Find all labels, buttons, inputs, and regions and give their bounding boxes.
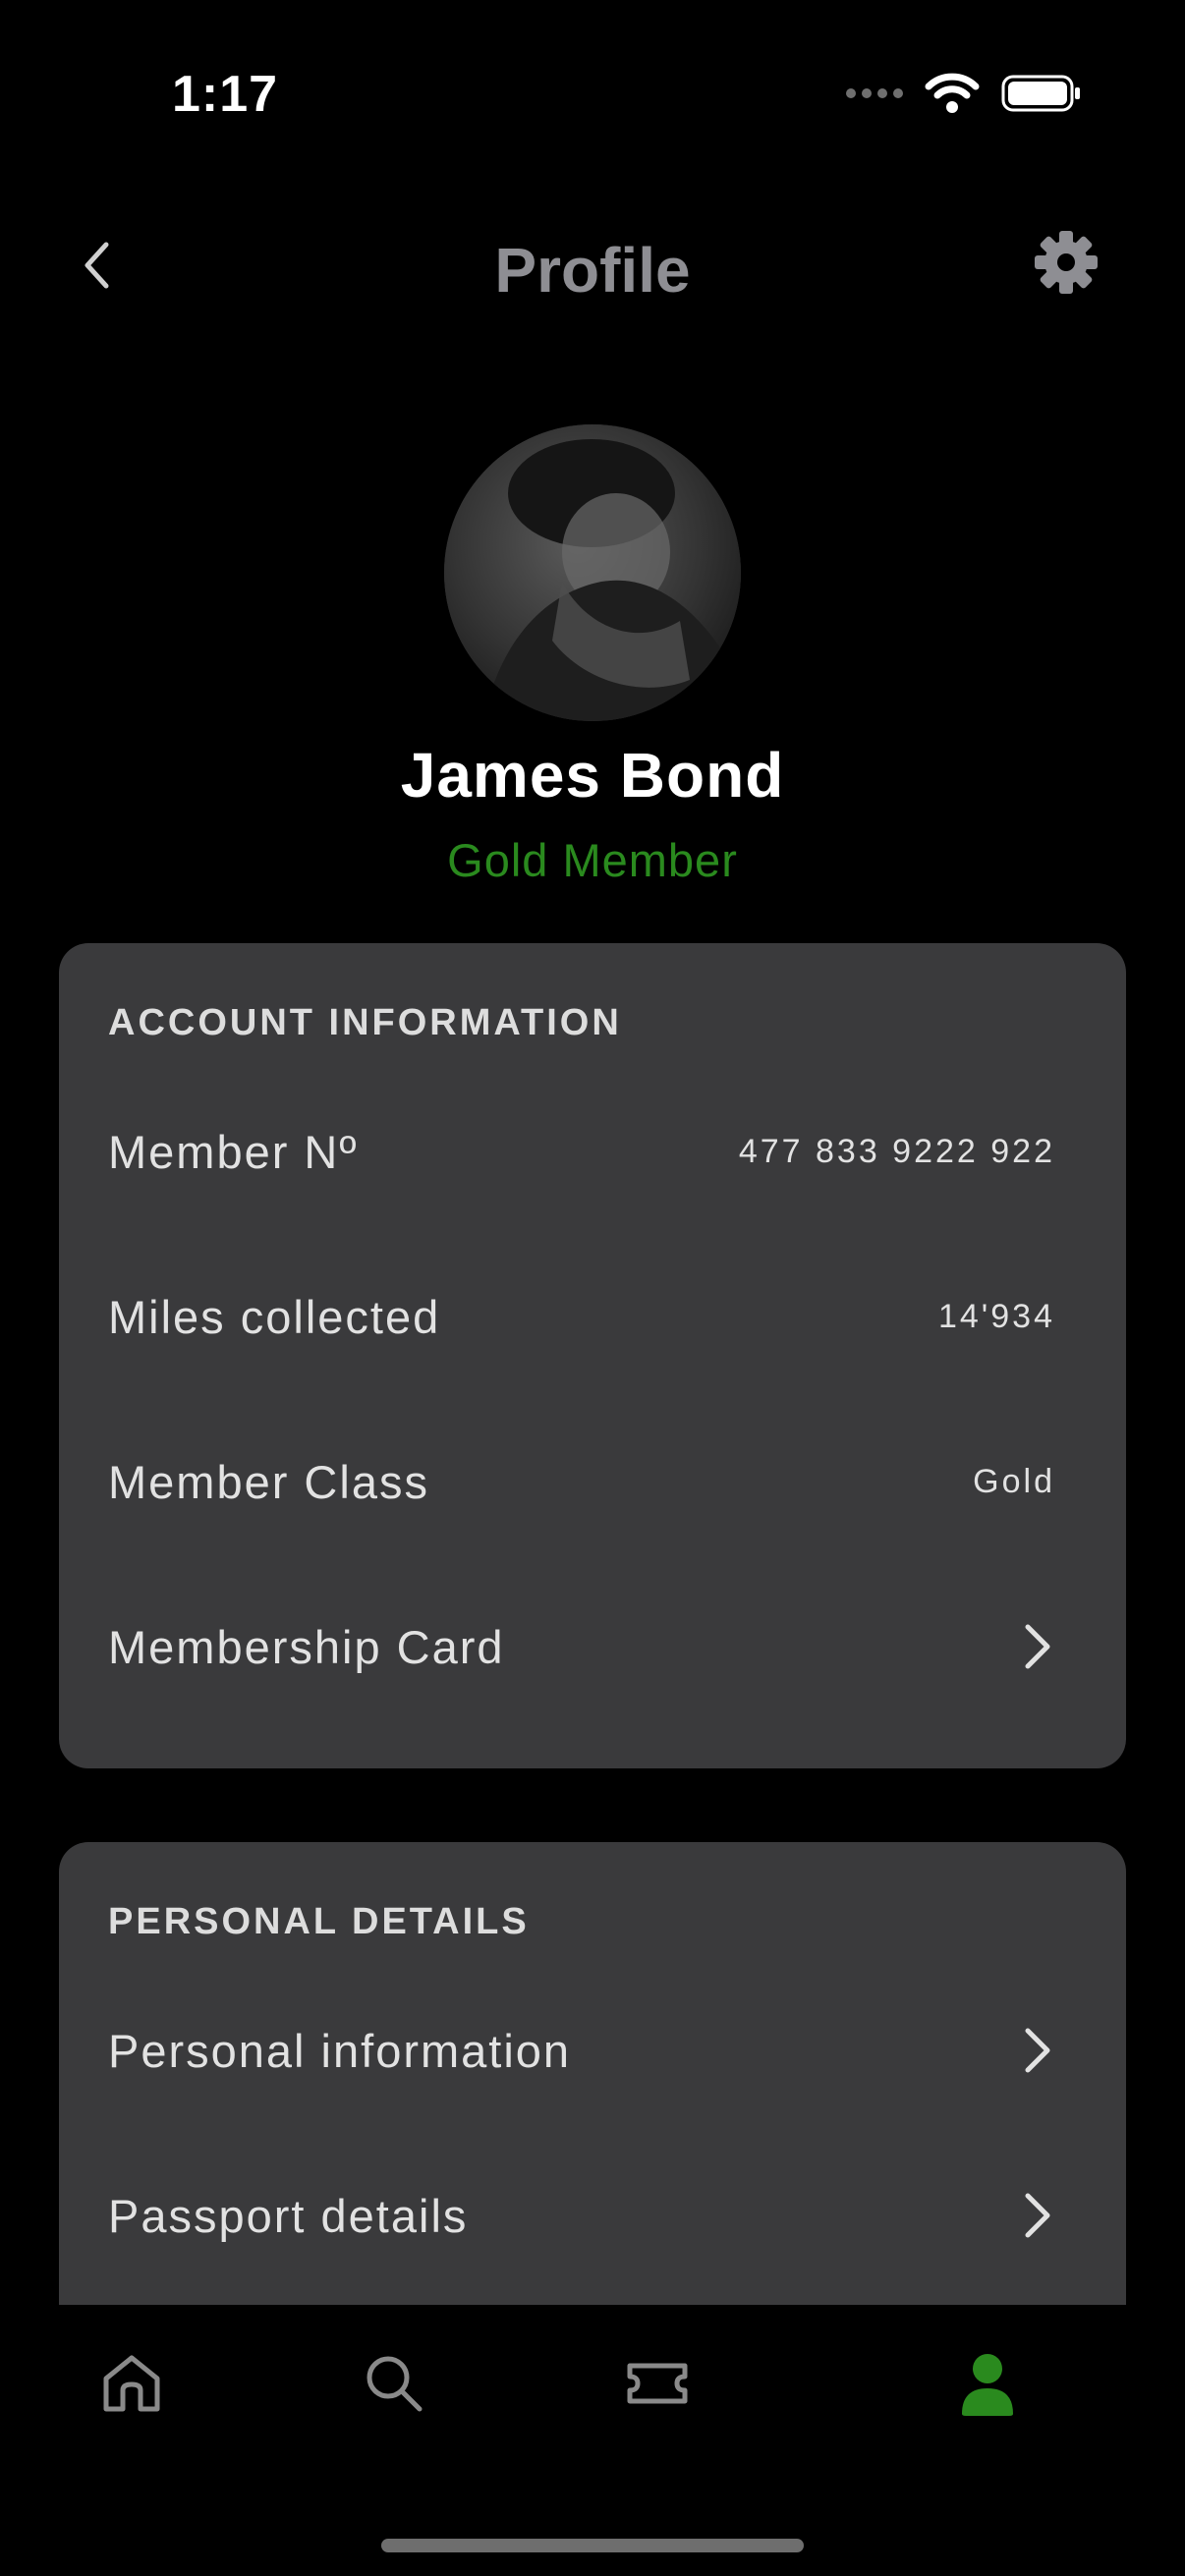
chevron-right-icon [1025, 2028, 1050, 2073]
account-information-card: ACCOUNT INFORMATION Member Nº 477 833 92… [59, 943, 1126, 1768]
status-time: 1:17 [172, 66, 279, 123]
home-indicator [381, 2539, 804, 2552]
status-bar: 1:17 [0, 0, 1185, 187]
passport-details-row[interactable]: Passport details [108, 2166, 1055, 2265]
profile-icon [962, 2354, 1013, 2416]
personal-information-row[interactable]: Personal information [108, 2001, 1055, 2100]
wifi-icon [925, 73, 980, 113]
member-class-row: Member Class Gold [108, 1455, 1055, 1508]
member-class-value: Gold [973, 1462, 1055, 1500]
search-icon [367, 2356, 423, 2412]
ticket-icon [627, 2363, 688, 2404]
membership-tier: Gold Member [447, 834, 738, 886]
section-heading: PERSONAL DETAILS [108, 1901, 530, 1942]
battery-icon [1001, 75, 1080, 112]
profile-name: James Bond [400, 740, 785, 811]
home-icon [103, 2355, 160, 2412]
tab-home[interactable] [92, 2344, 171, 2423]
tab-profile[interactable] [948, 2344, 1027, 2423]
tab-search[interactable] [355, 2344, 433, 2423]
miles-row: Miles collected 14'934 [108, 1290, 1055, 1343]
signal-icon [846, 88, 903, 98]
chevron-right-icon [1025, 1624, 1050, 1669]
miles-value: 14'934 [937, 1297, 1055, 1335]
avatar [444, 424, 741, 721]
section-heading: ACCOUNT INFORMATION [108, 1002, 622, 1043]
tab-bar [0, 2305, 1185, 2576]
chevron-right-icon [1025, 2193, 1050, 2238]
tab-tickets[interactable] [618, 2344, 697, 2423]
gear-icon[interactable] [1034, 230, 1099, 295]
member-number-value: 477 833 9222 922 [738, 1132, 1055, 1170]
page-title: Profile [494, 235, 691, 306]
membership-card-row[interactable]: Membership Card [108, 1597, 1055, 1696]
nav-bar: Profile [0, 216, 1185, 314]
member-number-row: Member Nº 477 833 9222 922 [108, 1125, 1055, 1178]
